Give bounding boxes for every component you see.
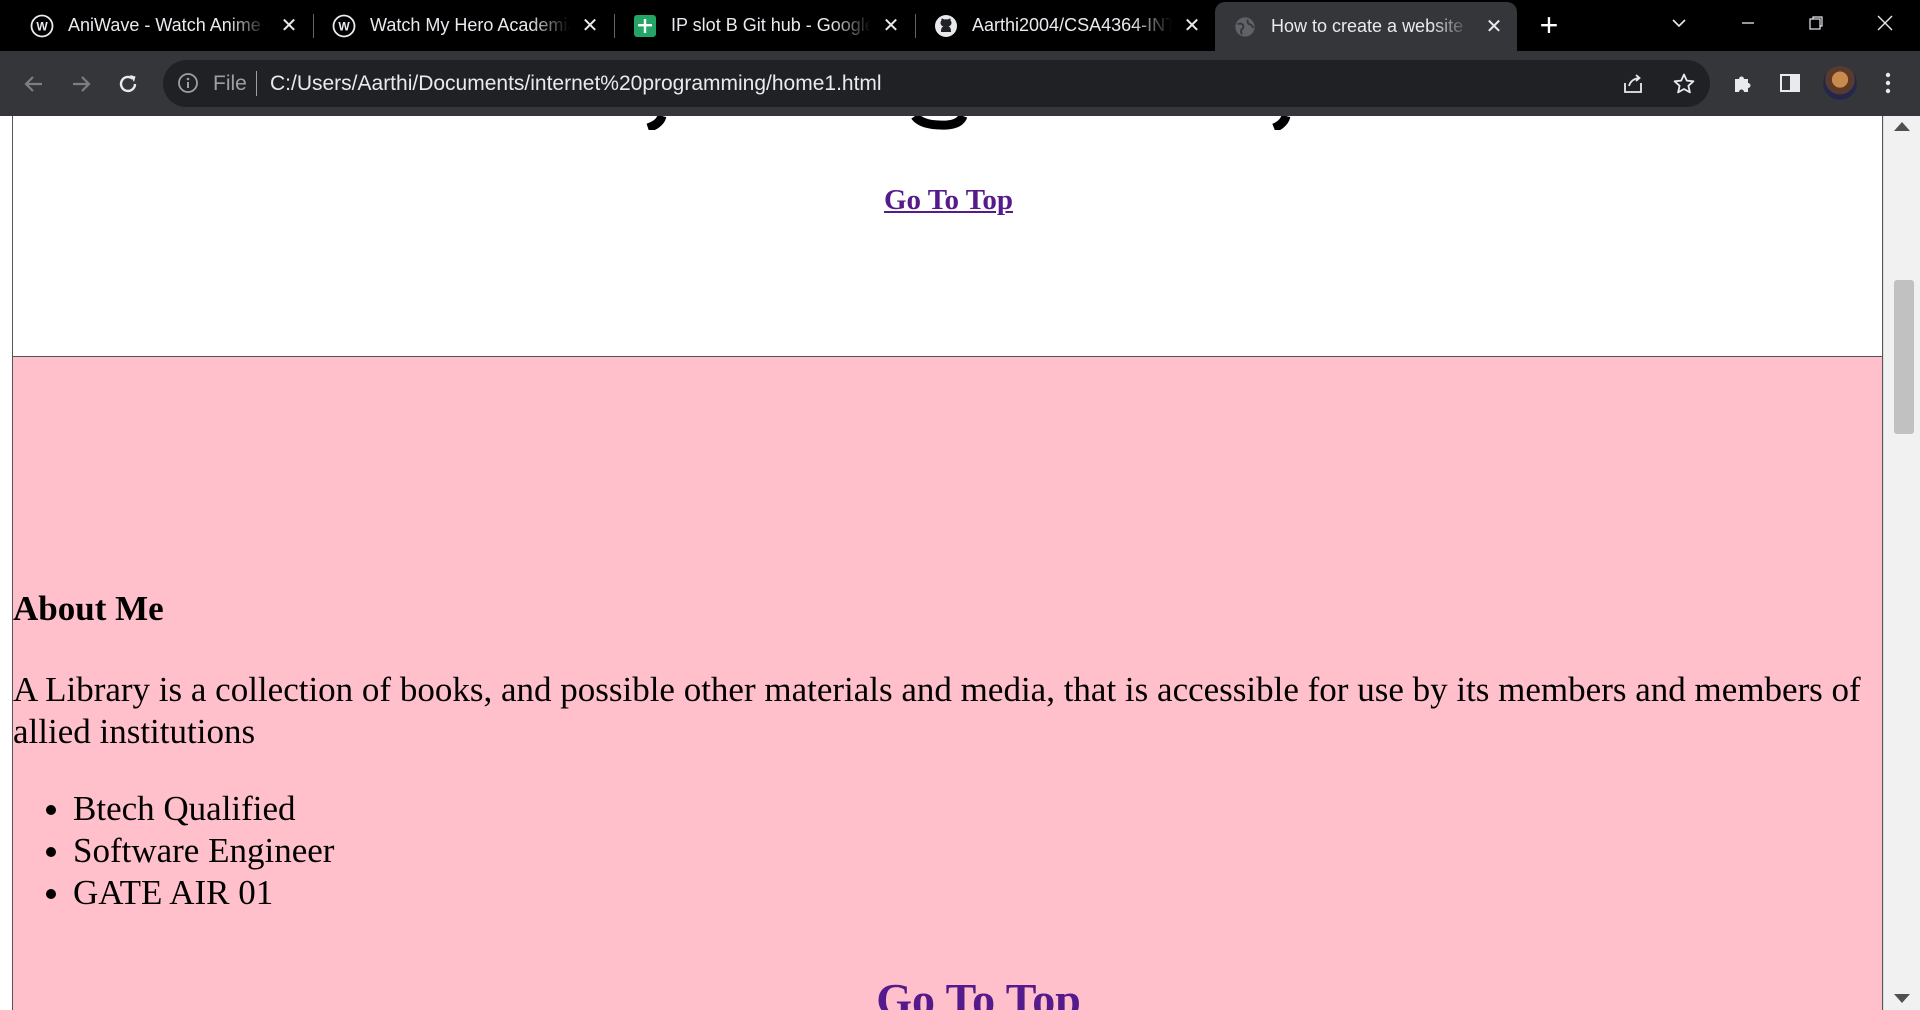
omnibox-divider: [256, 71, 257, 96]
new-tab-button[interactable]: +: [1533, 9, 1565, 42]
back-arrow-icon: [24, 76, 42, 92]
svg-text:W: W: [36, 19, 48, 33]
scroll-down-arrow-icon[interactable]: [1894, 994, 1910, 1003]
close-window-button[interactable]: [1855, 0, 1915, 45]
address-bar[interactable]: File C:/Users/Aarthi/Documents/internet%…: [163, 60, 1710, 107]
vertical-scrollbar[interactable]: [1883, 116, 1920, 1010]
scheme-label: File: [213, 72, 247, 95]
tab-title: Watch My Hero Academia: [370, 15, 570, 35]
forward-button[interactable]: [61, 64, 101, 104]
previous-section: Go To Top: [12, 116, 1883, 357]
go-to-top-link[interactable]: Go To Top: [884, 184, 1013, 216]
sheets-icon: [633, 14, 657, 38]
back-button[interactable]: [14, 64, 54, 104]
about-paragraph: A Library is a collection of books, and …: [13, 670, 1861, 751]
qualifications-list: Btech Qualified Software Engineer GATE A…: [73, 788, 334, 914]
globe-icon: [1233, 15, 1257, 39]
browser-toolbar: File C:/Users/Aarthi/Documents/internet%…: [0, 51, 1920, 116]
close-icon[interactable]: ✕: [579, 15, 601, 37]
tab-github-repo[interactable]: Aarthi2004/CSA4364-INTERNET ✕: [904, 0, 1215, 51]
about-me-section: About Me A Library is a collection of bo…: [12, 357, 1883, 1010]
reload-icon: [119, 75, 137, 93]
side-panel-icon: [1780, 74, 1800, 92]
puzzle-icon: [1735, 76, 1751, 92]
page-content: Go To Top About Me A Library is a collec…: [12, 116, 1883, 1010]
tab-aniwave[interactable]: W AniWave - Watch Anime Online ✕: [0, 0, 312, 51]
tab-title: How to create a website: [1271, 16, 1464, 36]
close-icon[interactable]: ✕: [1483, 16, 1505, 38]
reload-button[interactable]: [108, 64, 148, 104]
tab-title: Aarthi2004/CSA4364-INTERNET: [972, 15, 1172, 35]
close-icon[interactable]: ✕: [1181, 15, 1203, 37]
bookmark-star-icon[interactable]: [1670, 70, 1698, 98]
page-viewport: Go To Top About Me A Library is a collec…: [0, 116, 1920, 1010]
tab-strip: W AniWave - Watch Anime Online ✕ W Watch…: [0, 0, 1920, 51]
tab-ip-slot-sheet[interactable]: IP slot B Git hub - Google Sheets ✕: [603, 0, 914, 51]
forward-arrow-icon: [73, 76, 91, 92]
go-to-top-link-large[interactable]: Go To Top: [876, 974, 1081, 1010]
share-icon[interactable]: [1619, 70, 1647, 98]
restore-button[interactable]: [1786, 0, 1846, 45]
more-vert-icon: [1885, 72, 1891, 94]
close-icon[interactable]: ✕: [278, 15, 300, 37]
list-item: GATE AIR 01: [73, 872, 334, 914]
minimize-button[interactable]: [1718, 0, 1778, 45]
tab-title: AniWave - Watch Anime Online: [68, 15, 268, 35]
restore-icon: [1809, 15, 1823, 30]
svg-text:W: W: [338, 19, 350, 33]
minimize-icon: [1742, 21, 1754, 24]
url-text[interactable]: C:/Users/Aarthi/Documents/internet%20pro…: [270, 72, 882, 96]
extensions-button[interactable]: [1727, 67, 1759, 99]
info-icon[interactable]: [177, 72, 199, 99]
chevron-down-icon: [1672, 18, 1686, 27]
side-panel-button[interactable]: [1774, 67, 1806, 99]
aniwave-icon: W: [332, 14, 356, 38]
list-item: Btech Qualified: [73, 788, 334, 830]
scroll-up-arrow-icon[interactable]: [1894, 122, 1910, 131]
close-icon: [1877, 15, 1893, 30]
close-icon[interactable]: ✕: [880, 15, 902, 37]
tab-search-button[interactable]: [1649, 0, 1709, 45]
about-heading: About Me: [13, 589, 164, 628]
list-item: Software Engineer: [73, 830, 334, 872]
tab-title: IP slot B Git hub - Google Sheets: [671, 15, 871, 35]
aniwave-icon: W: [30, 14, 54, 38]
scrollbar-thumb[interactable]: [1894, 280, 1914, 434]
cropped-heading-fragments: [646, 116, 1291, 130]
menu-button[interactable]: [1872, 67, 1904, 99]
tab-how-to-create-website[interactable]: How to create a website ✕: [1215, 2, 1517, 51]
github-icon: [934, 14, 958, 38]
profile-avatar[interactable]: [1823, 66, 1857, 100]
tab-my-hero-academia[interactable]: W Watch My Hero Academia ✕: [302, 0, 613, 51]
